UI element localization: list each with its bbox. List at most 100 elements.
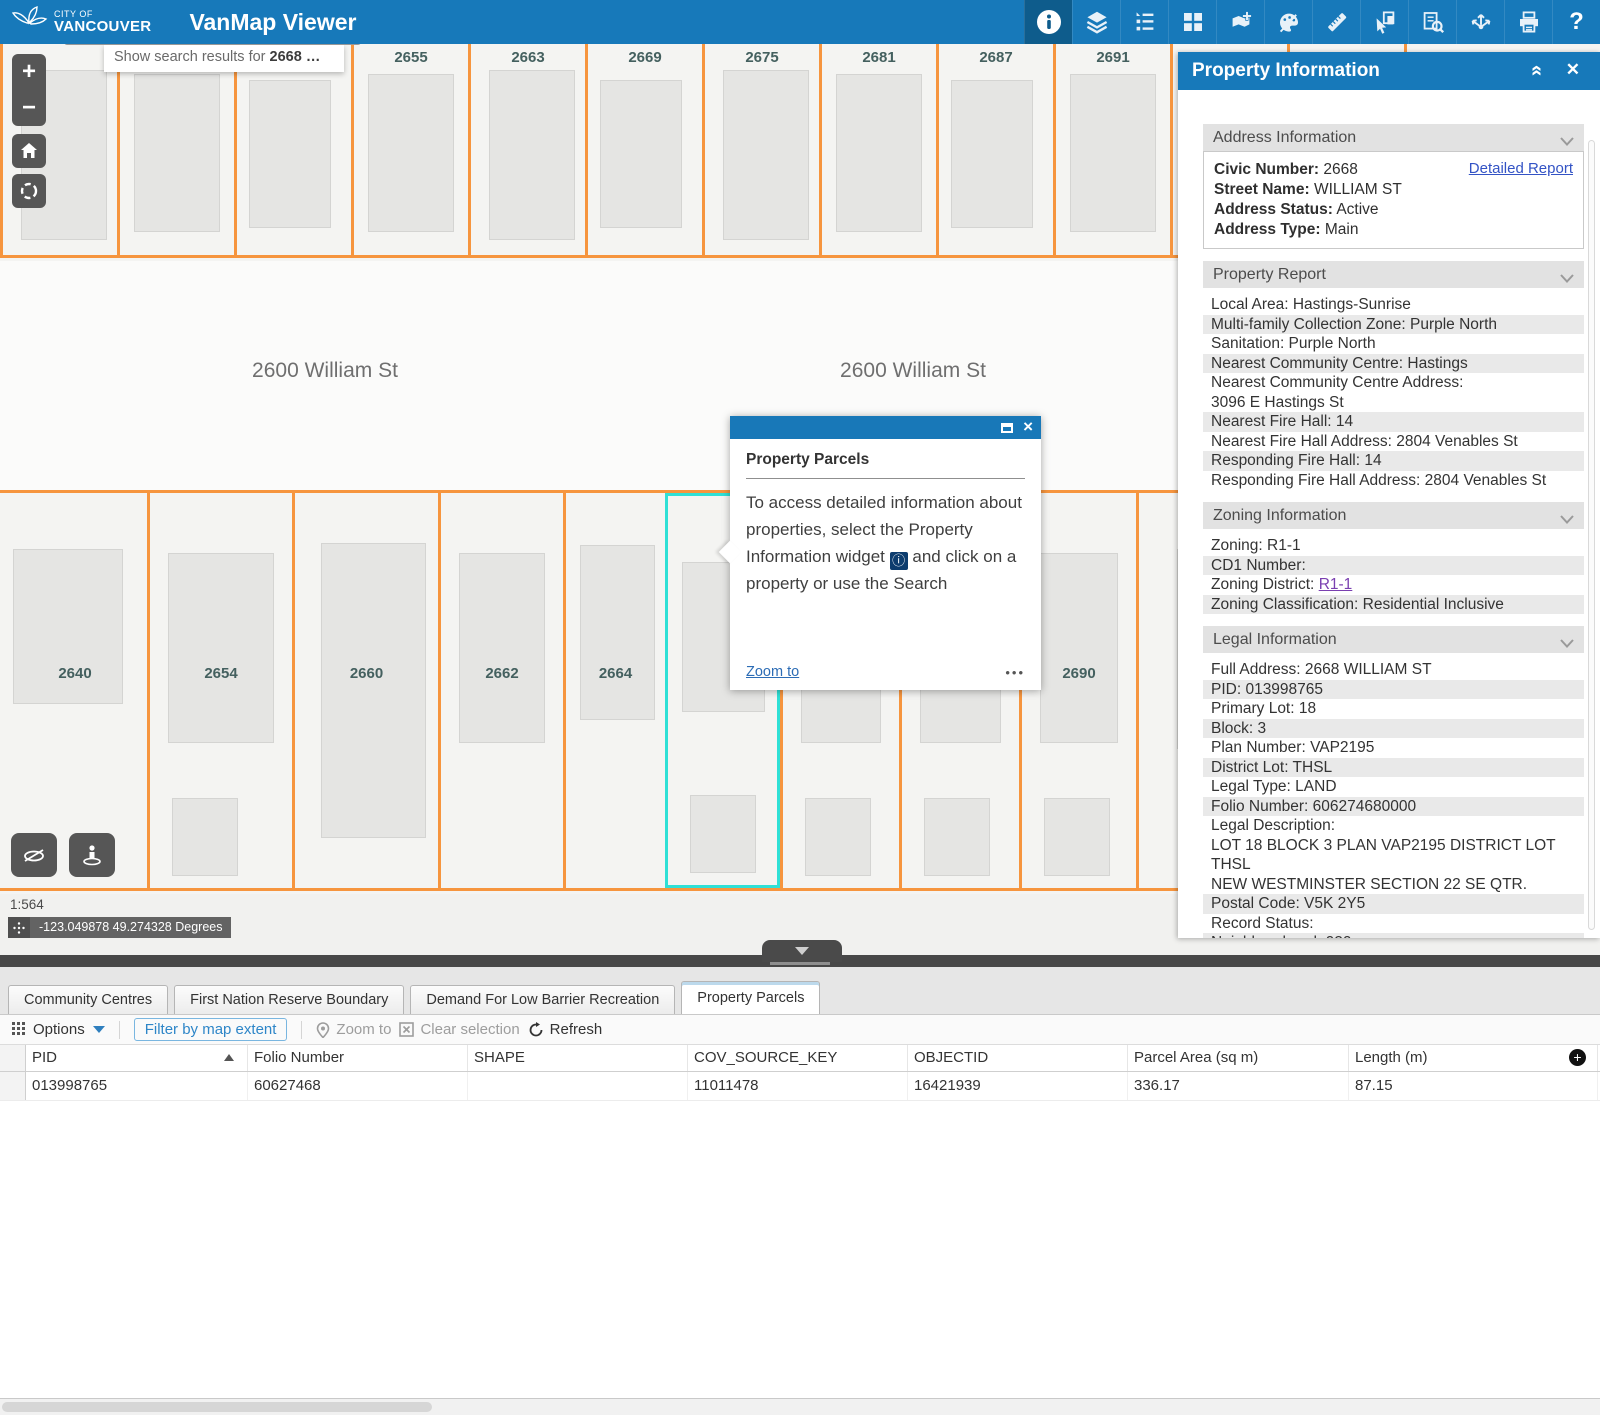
panel-scrollbar[interactable] <box>1588 140 1595 930</box>
legal-rows: Full Address: 2668 WILLIAM STPID: 013998… <box>1203 660 1584 938</box>
zoom-in-button[interactable]: + <box>12 54 46 90</box>
info-row: Zoning Classification: Residential Inclu… <box>1203 595 1584 615</box>
column-header[interactable]: PID <box>26 1045 248 1071</box>
info-row: Postal Code: V5K 2Y5 <box>1203 894 1584 914</box>
street-view-button[interactable] <box>69 833 115 877</box>
zoom-to-link[interactable]: Zoom to <box>746 664 799 680</box>
select-tool-button[interactable] <box>1360 0 1408 44</box>
column-header[interactable]: COV_SOURCE_KEY <box>688 1045 908 1071</box>
search-suggestion[interactable]: Show search results for 2668 … <box>104 45 344 72</box>
building-footprint <box>489 70 575 240</box>
draw-tool-button[interactable] <box>1264 0 1312 44</box>
row-selector-cell[interactable] <box>0 1072 26 1100</box>
map-parcel[interactable]: 2640 <box>0 493 147 888</box>
chevron-down-icon <box>1560 635 1574 653</box>
map-parcel[interactable]: 2662 <box>438 493 563 888</box>
attribute-panel-collapse-tab[interactable] <box>762 940 842 962</box>
close-icon[interactable]: ✕ <box>1566 60 1580 80</box>
table-row[interactable]: 013998765606274681101147816421939336.178… <box>0 1072 1600 1101</box>
info-tool-button[interactable] <box>1024 0 1072 44</box>
map-parcel[interactable]: 2691 <box>1053 44 1170 255</box>
map-parcel[interactable]: 2681 <box>819 44 936 255</box>
horizontal-scrollbar[interactable] <box>0 1398 1600 1415</box>
column-header[interactable]: Length (m) <box>1349 1045 1598 1071</box>
section-title: Property Report <box>1213 266 1326 284</box>
add-column-options-button[interactable]: + <box>1569 1049 1586 1066</box>
close-icon[interactable]: × <box>1023 418 1033 435</box>
section-zoning-information[interactable]: Zoning Information <box>1203 502 1584 529</box>
search-attributes-tool-button[interactable] <box>1408 0 1456 44</box>
map-parcel[interactable]: 2647 <box>117 44 234 255</box>
zoning-district-link[interactable]: R1-1 <box>1319 576 1353 593</box>
coordinate-widget[interactable]: -123.049878 49.274328 Degrees <box>8 917 231 938</box>
info-row: Sanitation: Purple North <box>1203 334 1584 354</box>
share-tool-button[interactable] <box>1456 0 1504 44</box>
measure-ruler-icon <box>1325 10 1349 34</box>
help-tool-button[interactable]: ? <box>1552 0 1600 44</box>
refresh-button[interactable]: Refresh <box>528 1021 603 1038</box>
parcel-number-label: 2662 <box>441 665 563 682</box>
locate-button[interactable] <box>12 174 46 208</box>
popup-text: To access detailed information about pro… <box>746 489 1025 597</box>
zoom-out-button[interactable]: − <box>12 90 46 126</box>
basemap-gallery-tool-button[interactable] <box>1168 0 1216 44</box>
tab-demand-for-low-barrier-recreation[interactable]: Demand For Low Barrier Recreation <box>410 985 675 1014</box>
column-header[interactable]: SHAPE <box>468 1045 688 1071</box>
draw-palette-icon <box>1277 10 1301 34</box>
table-cell: 60627468 <box>248 1072 468 1100</box>
section-address-information[interactable]: Address Information <box>1203 124 1584 151</box>
measure-tool-button[interactable] <box>1312 0 1360 44</box>
zoom-to-button[interactable]: Zoom to <box>316 1021 391 1038</box>
oblique-view-button[interactable] <box>11 833 57 877</box>
home-button[interactable] <box>12 134 46 168</box>
filter-by-map-extent-button[interactable]: Filter by map extent <box>134 1018 288 1041</box>
map-parcel[interactable]: 2663 <box>468 44 585 255</box>
map-parcel[interactable]: 2651 <box>234 44 351 255</box>
toolbar-separator <box>119 1021 120 1039</box>
address-info-box: Detailed Report Civic Number: 2668 Stree… <box>1203 151 1584 249</box>
crosshair-icon[interactable] <box>8 917 30 938</box>
more-options-icon[interactable]: ••• <box>1005 665 1025 680</box>
pegman-icon <box>79 842 105 868</box>
info-row: Nearest Community Centre: Hastings <box>1203 354 1584 374</box>
print-tool-button[interactable] <box>1504 0 1552 44</box>
address-row: Address Type: Main <box>1214 220 1573 240</box>
column-header[interactable]: OBJECTID <box>908 1045 1128 1071</box>
section-property-report[interactable]: Property Report <box>1203 261 1584 288</box>
options-menu-button[interactable]: Options <box>12 1021 105 1038</box>
column-header[interactable]: Parcel Area (sq m) <box>1128 1045 1349 1071</box>
map-parcel[interactable]: 2654 <box>147 493 292 888</box>
legend-tool-button[interactable] <box>1120 0 1168 44</box>
tab-first-nation-reserve-boundary[interactable]: First Nation Reserve Boundary <box>174 985 404 1014</box>
info-row: Neighbourhood: 020 <box>1203 933 1584 938</box>
maximize-icon[interactable] <box>1001 423 1013 433</box>
layers-tool-button[interactable] <box>1072 0 1120 44</box>
locate-icon <box>19 181 39 201</box>
building-footprint <box>723 70 809 240</box>
building-footprint <box>249 80 331 228</box>
scrollbar-thumb[interactable] <box>2 1402 432 1412</box>
building-footprint <box>1070 74 1156 232</box>
map-parcel[interactable]: 2669 <box>585 44 702 255</box>
map-parcel[interactable]: 2660 <box>292 493 438 888</box>
map-parcel[interactable]: 2664 <box>563 493 665 888</box>
tab-community-centres[interactable]: Community Centres <box>8 985 168 1014</box>
column-header[interactable]: Folio Number <box>248 1045 468 1071</box>
map-parcel[interactable]: 2687 <box>936 44 1053 255</box>
section-title: Zoning Information <box>1213 507 1346 525</box>
add-data-tool-button[interactable] <box>1216 0 1264 44</box>
chevron-down-icon <box>1560 511 1574 529</box>
section-legal-information[interactable]: Legal Information <box>1203 626 1584 653</box>
collapse-icon[interactable]: « <box>1525 65 1548 76</box>
legend-icon <box>1133 10 1157 34</box>
clear-selection-button[interactable]: Clear selection <box>399 1021 519 1038</box>
info-row: PID: 013998765 <box>1203 680 1584 700</box>
select-cursor-icon <box>1373 10 1397 34</box>
sort-ascending-icon <box>224 1054 234 1061</box>
help-icon: ? <box>1569 8 1584 36</box>
map-parcel[interactable]: 2655 <box>351 44 468 255</box>
chevron-down-icon <box>795 947 809 955</box>
map-parcel[interactable]: 2675 <box>702 44 819 255</box>
tab-property-parcels[interactable]: Property Parcels <box>681 981 820 1014</box>
detailed-report-link[interactable]: Detailed Report <box>1469 160 1573 177</box>
